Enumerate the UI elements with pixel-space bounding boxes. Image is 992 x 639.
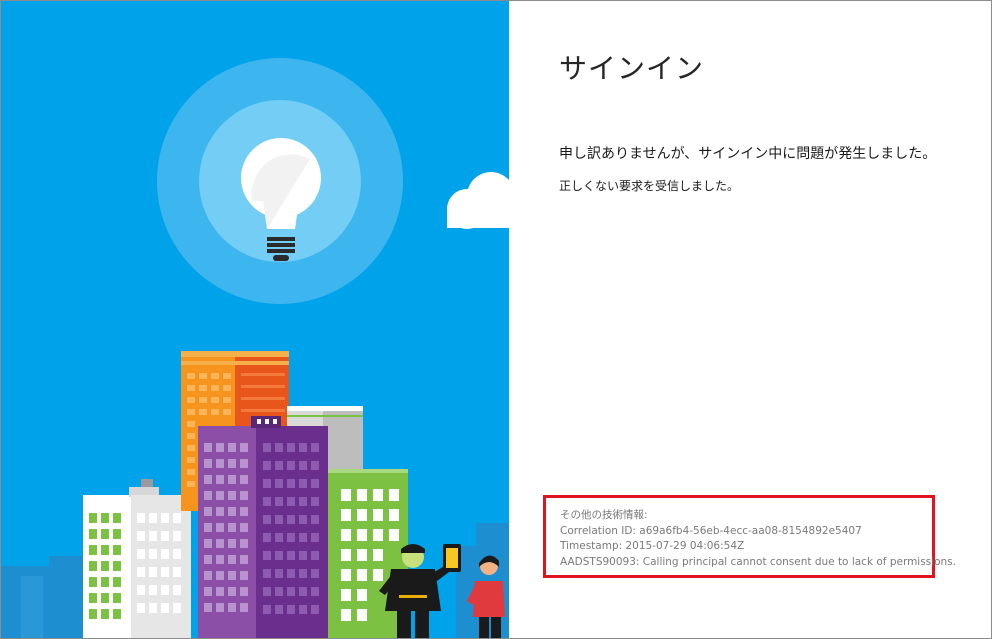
cloud-icon [447,172,509,229]
error-detail: 正しくない要求を受信しました。 [559,179,740,193]
error-message: 申し訳ありませんが、サインイン中に問題が発生しました。 [559,146,937,162]
city-illustration [1,1,509,638]
timestamp: Timestamp: 2015-07-29 04:06:54Z [560,540,745,552]
illustration-art [1,58,509,638]
page-title: サインイン [559,52,705,85]
signin-error-window: サインイン 申し訳ありませんが、サインイン中に問題が発生しました。 正しくない要… [0,0,992,639]
correlation-id: Correlation ID: a69a6fb4-56eb-4ecc-aa08-… [560,524,862,537]
technical-info-box: その他の技術情報: Correlation ID: a69a6fb4-56eb-… [543,495,956,578]
technical-info-heading: その他の技術情報: [560,509,648,521]
signin-content-panel: サインイン 申し訳ありませんが、サインイン中に問題が発生しました。 正しくない要… [509,1,991,638]
error-code: AADSTS90093: Calling principal cannot co… [560,555,956,568]
